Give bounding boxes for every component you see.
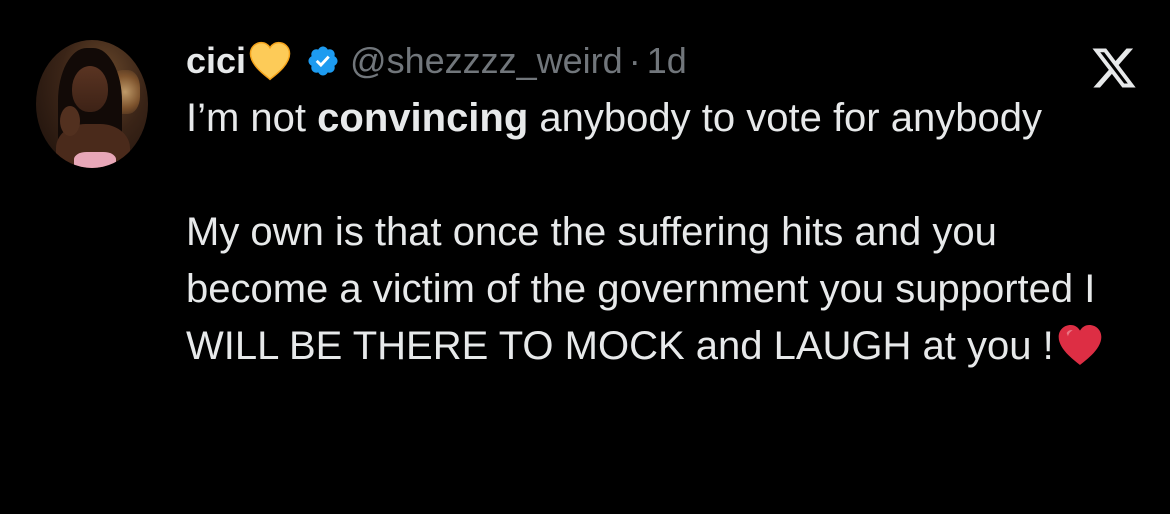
avatar-hand bbox=[60, 106, 80, 136]
x-logo-icon[interactable] bbox=[1086, 44, 1142, 92]
tweet-header: cici @shezzzz_weird · 1d bbox=[186, 36, 687, 86]
tweet-paragraph-2: My own is that once the suffering hits a… bbox=[186, 204, 1146, 375]
yellow-heart-icon bbox=[249, 41, 291, 81]
separator-dot: · bbox=[628, 40, 641, 81]
tweet-text-bold: convincing bbox=[317, 96, 529, 140]
author-handle[interactable]: @shezzzz_weird bbox=[350, 40, 623, 82]
tweet-text-segment: anybody to vote for anybody bbox=[528, 96, 1042, 140]
tweet-card: cici @shezzzz_weird · 1d I’m not convinc… bbox=[0, 0, 1170, 514]
avatar-face bbox=[72, 66, 108, 112]
tweet-text-segment: I’m not bbox=[186, 96, 318, 140]
avatar-clothing bbox=[74, 152, 116, 168]
red-heart-icon bbox=[1058, 325, 1102, 365]
timestamp[interactable]: 1d bbox=[647, 40, 687, 82]
tweet-text-segment: My own is that once the suffering hits a… bbox=[186, 210, 1096, 368]
avatar[interactable] bbox=[36, 40, 148, 168]
verified-badge-icon bbox=[308, 46, 338, 76]
tweet-text: I’m not convincing anybody to vote for a… bbox=[186, 90, 1146, 375]
tweet-paragraph-1: I’m not convincing anybody to vote for a… bbox=[186, 90, 1146, 147]
display-name[interactable]: cici bbox=[186, 40, 246, 82]
